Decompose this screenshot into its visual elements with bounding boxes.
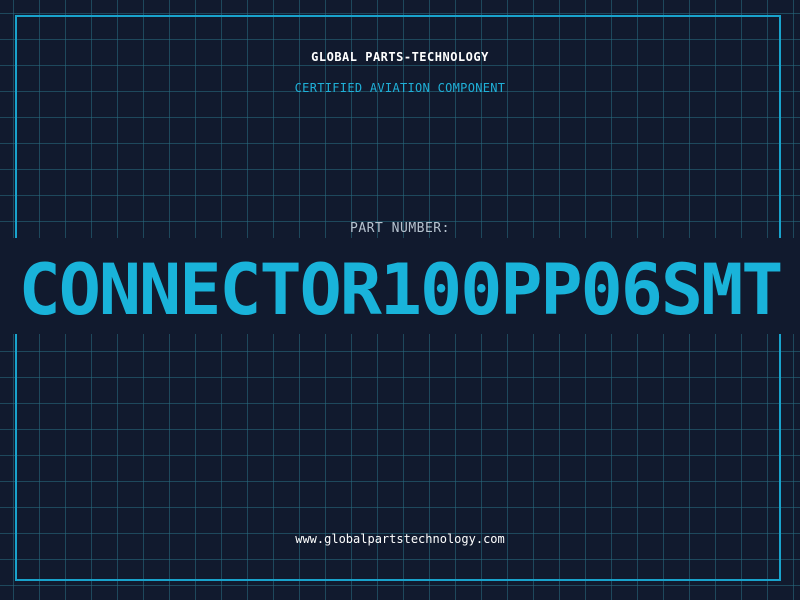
certification-subtitle: CERTIFIED AVIATION COMPONENT: [294, 81, 506, 95]
website-url: www.globalpartstechnology.com: [295, 532, 505, 546]
part-number-value: CONNECTOR100PP06SMT: [18, 250, 784, 330]
label-canvas: GLOBAL PARTS-TECHNOLOGY CERTIFIED AVIATI…: [0, 0, 800, 600]
company-name: GLOBAL PARTS-TECHNOLOGY: [311, 50, 489, 64]
part-number-label: PART NUMBER:: [350, 221, 450, 236]
